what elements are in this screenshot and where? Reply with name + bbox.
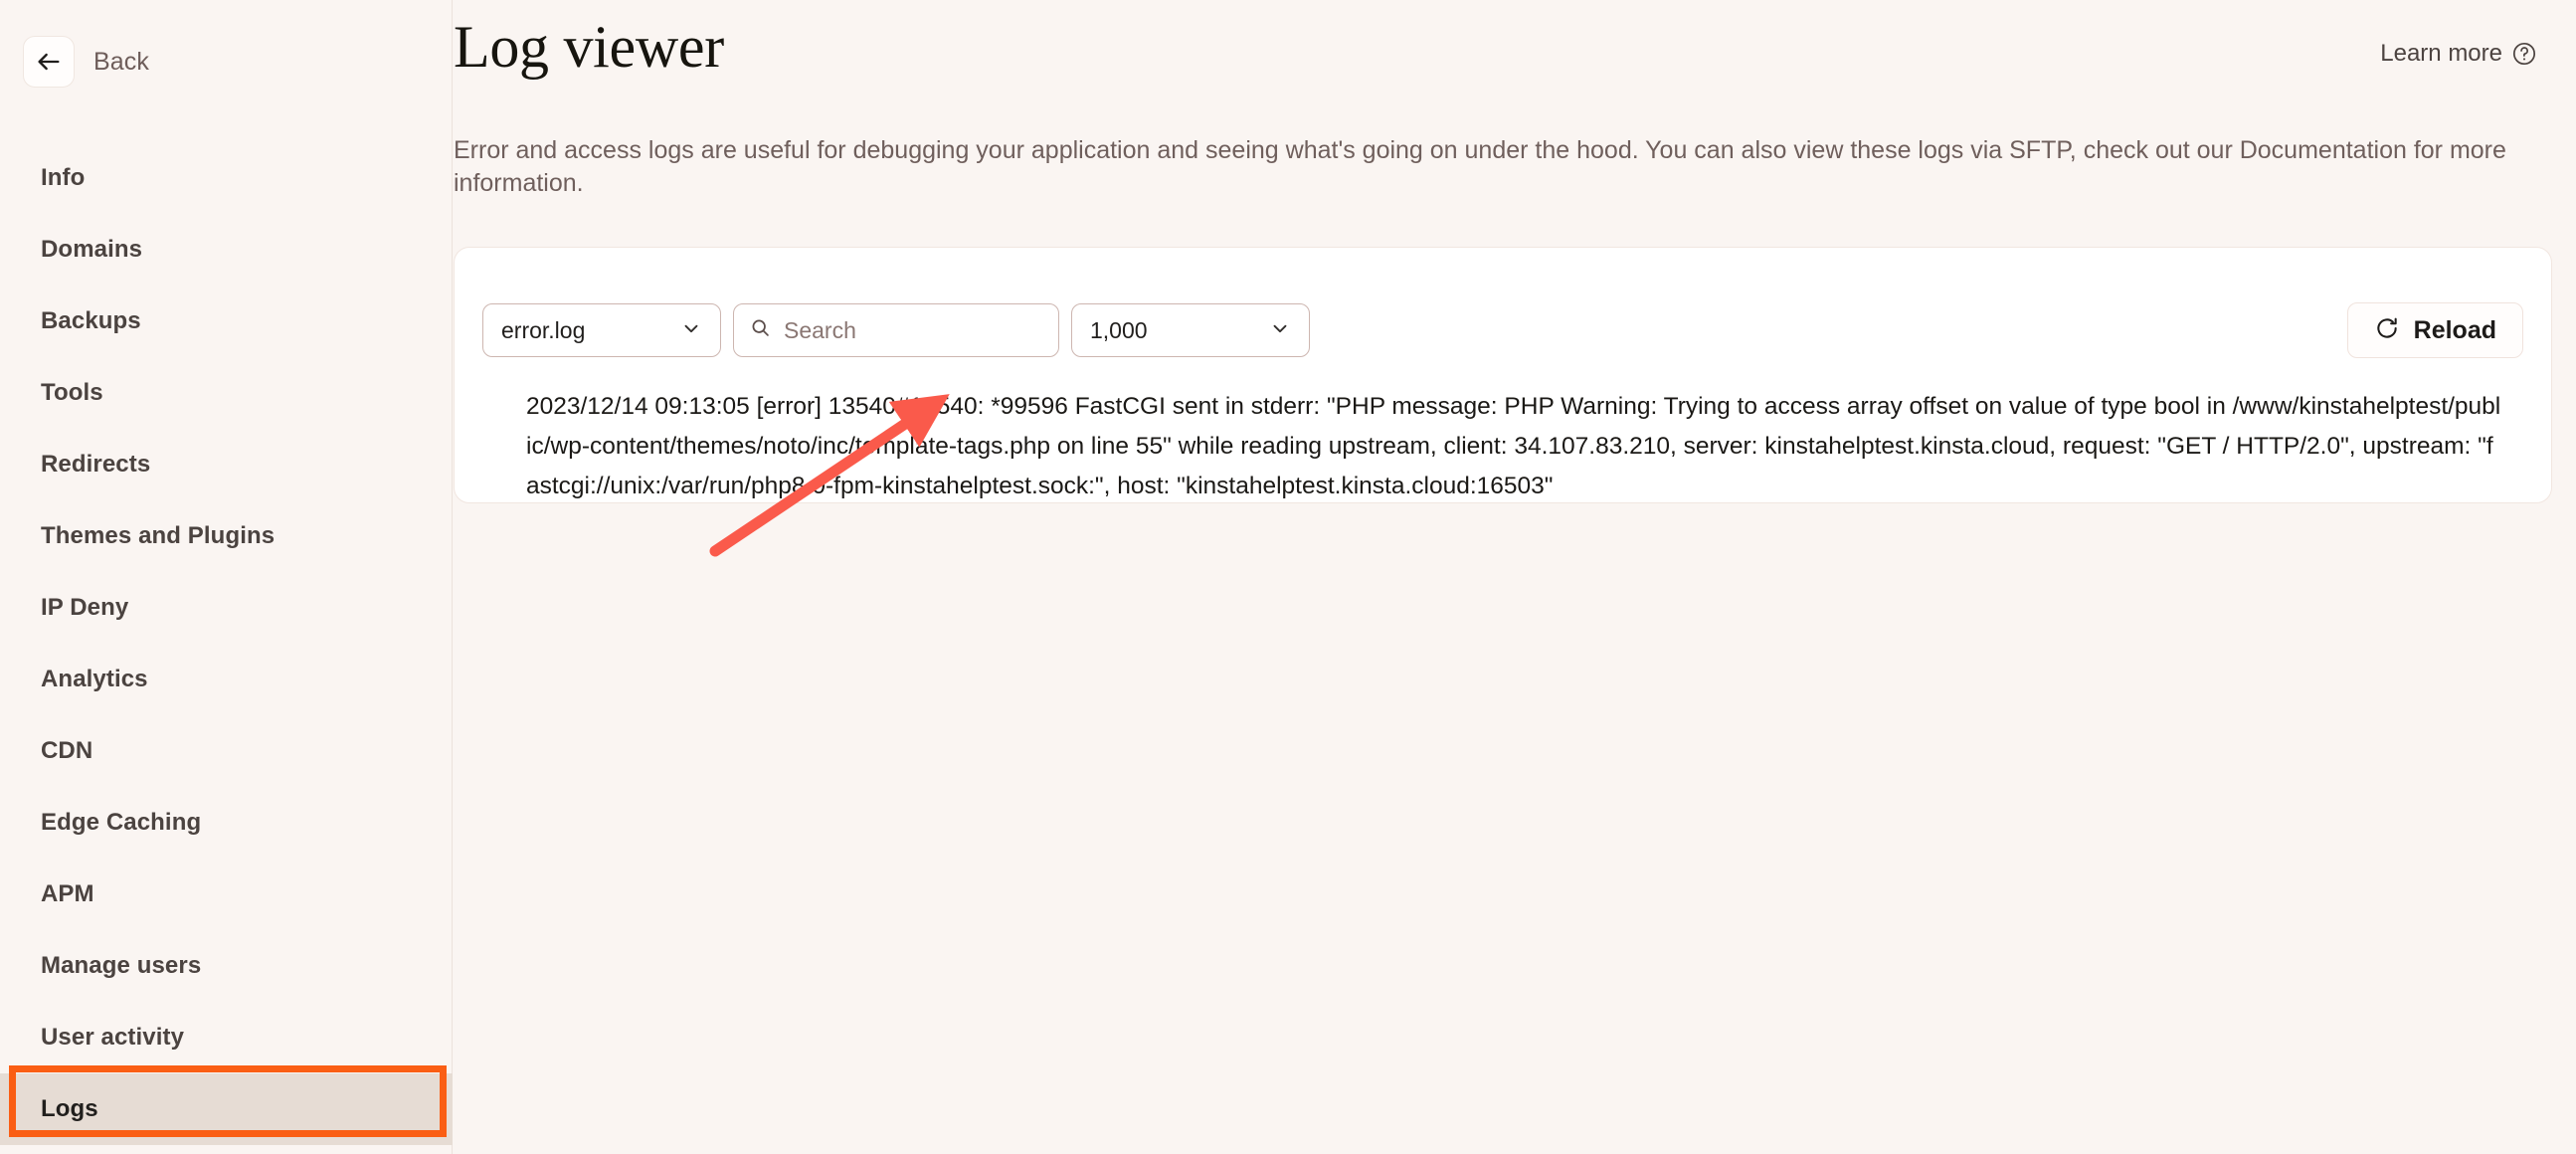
sidebar-item-info[interactable]: Info [0, 142, 453, 214]
sidebar-item-label: Logs [41, 1095, 98, 1122]
sidebar-item-user-activity[interactable]: User activity [0, 1002, 453, 1073]
sidebar-item-label: Themes and Plugins [41, 522, 276, 549]
reload-label: Reload [2413, 315, 2496, 344]
chevron-down-icon [1269, 317, 1291, 344]
sidebar-item-label: Domains [41, 236, 143, 263]
sidebar-item-label: Info [41, 164, 86, 191]
learn-more-label: Learn more [2380, 40, 2502, 67]
main-content: Log viewer Learn more Error and access l… [453, 0, 2576, 1154]
sidebar: Back Info Domains Backups Tools Redirects The… [0, 0, 453, 1154]
sidebar-item-redirects[interactable]: Redirects [0, 429, 453, 500]
search-field[interactable] [733, 303, 1059, 357]
page-title: Log viewer [454, 14, 724, 80]
reload-button[interactable]: Reload [2346, 302, 2523, 358]
log-output-text: 2023/12/14 09:13:05 [error] 13540#13540:… [526, 393, 2501, 499]
log-file-select-value: error.log [501, 316, 586, 343]
sidebar-item-label: Edge Caching [41, 809, 202, 836]
sidebar-item-backups[interactable]: Backups [0, 286, 453, 357]
sidebar-item-domains[interactable]: Domains [0, 214, 453, 286]
page-description: Error and access logs are useful for deb… [454, 136, 2506, 197]
log-controls-row: error.log 1,000 [482, 302, 2523, 358]
search-input[interactable] [784, 316, 1032, 344]
log-lines-select-value: 1,000 [1090, 316, 1148, 343]
sidebar-item-label: Backups [41, 307, 141, 334]
log-viewer-card: error.log 1,000 [454, 247, 2552, 503]
sidebar-item-logs[interactable]: Logs [0, 1073, 453, 1145]
chevron-down-icon [680, 317, 702, 344]
learn-more-link[interactable]: Learn more [2380, 40, 2537, 68]
refresh-icon [2374, 315, 2400, 346]
back-label: Back [93, 47, 149, 76]
sidebar-item-label: Manage users [41, 952, 202, 979]
sidebar-item-apm[interactable]: APM [0, 859, 453, 930]
log-lines-select[interactable]: 1,000 [1071, 303, 1310, 357]
sidebar-item-label: Analytics [41, 666, 148, 692]
sidebar-item-tools[interactable]: Tools [0, 357, 453, 429]
sidebar-item-edge-caching[interactable]: Edge Caching [0, 787, 453, 859]
sidebar-item-label: APM [41, 880, 94, 907]
sidebar-item-analytics[interactable]: Analytics [0, 644, 453, 715]
back-button[interactable] [23, 36, 75, 88]
sidebar-item-label: Tools [41, 379, 103, 406]
sidebar-item-label: CDN [41, 737, 93, 764]
sidebar-item-label: User activity [41, 1024, 185, 1051]
back-navigation[interactable]: Back [23, 36, 149, 88]
search-icon [750, 317, 771, 343]
question-circle-icon [2511, 41, 2537, 67]
sidebar-item-cdn[interactable]: CDN [0, 715, 453, 787]
sidebar-nav: Info Domains Backups Tools Redirects Themes a… [0, 142, 453, 1145]
sidebar-item-label: IP Deny [41, 594, 129, 621]
sidebar-item-manage-users[interactable]: Manage users [0, 930, 453, 1002]
sidebar-item-ip-deny[interactable]: IP Deny [0, 572, 453, 644]
log-file-select[interactable]: error.log [482, 303, 721, 357]
sidebar-item-label: Redirects [41, 451, 151, 478]
arrow-left-icon [35, 48, 63, 76]
sidebar-item-themes-and-plugins[interactable]: Themes and Plugins [0, 500, 453, 572]
